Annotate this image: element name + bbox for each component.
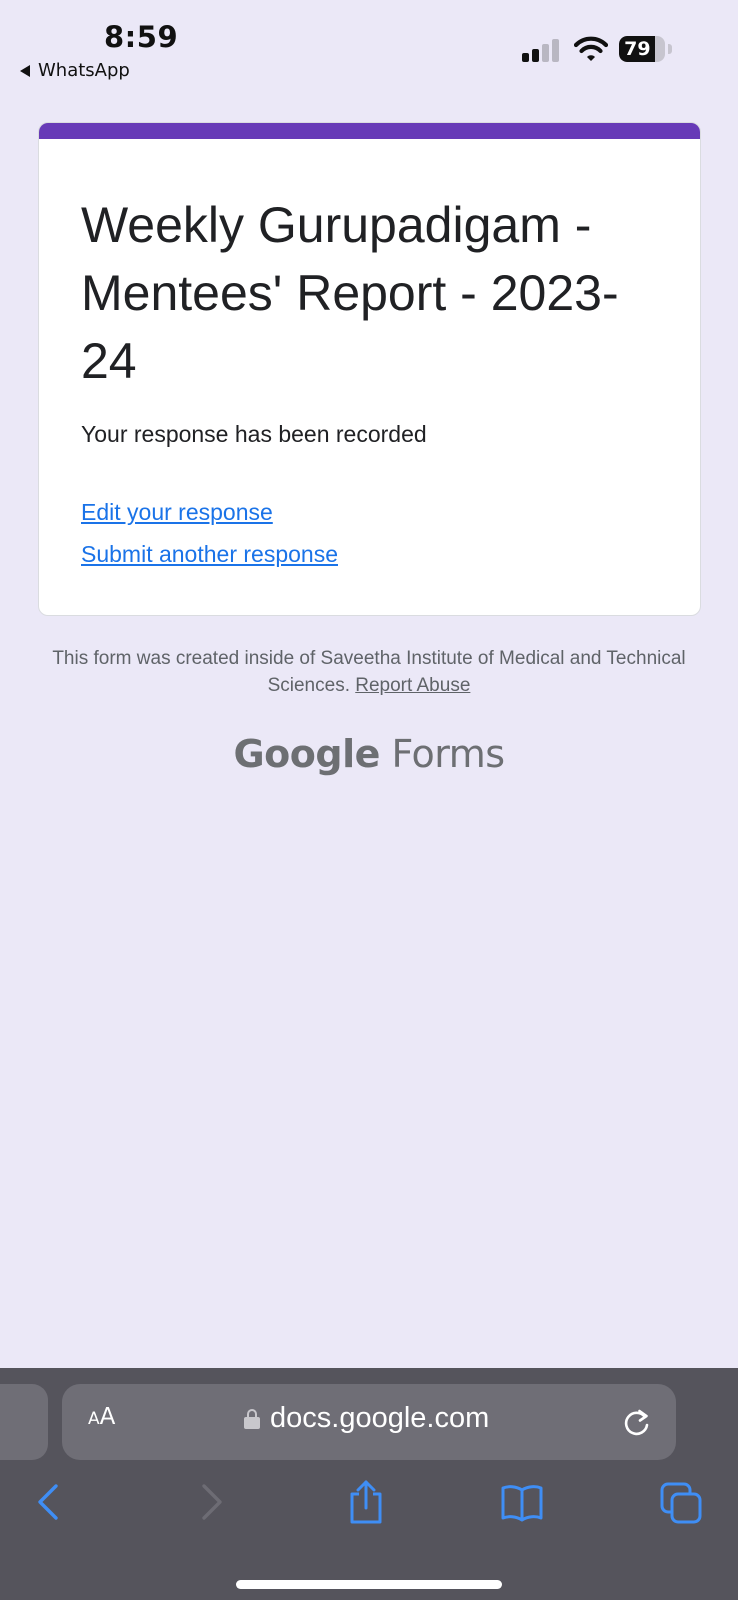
browser-bottom-bar: AA docs.google.com (0, 1368, 738, 1600)
url-display[interactable]: docs.google.com (244, 1402, 489, 1435)
book-icon[interactable] (500, 1480, 544, 1524)
battery-nub (668, 44, 672, 54)
report-abuse-link[interactable]: Report Abuse (355, 675, 470, 696)
forms-wordmark: Forms (391, 732, 505, 776)
previous-tab-preview[interactable] (0, 1384, 48, 1460)
cellular-signal-icon (522, 38, 562, 62)
form-accent-bar (39, 123, 700, 139)
battery-percent: 79 (624, 38, 651, 60)
back-triangle-icon (20, 64, 30, 77)
status-time: 8:59 (104, 20, 179, 54)
lock-icon (244, 1408, 260, 1429)
google-forms-logo[interactable]: Google Forms (0, 732, 738, 776)
text-size-button[interactable]: AA (88, 1404, 115, 1430)
chevron-left-icon[interactable] (28, 1480, 72, 1524)
back-to-app-button[interactable]: WhatsApp (20, 60, 130, 81)
text-size-big-a: A (99, 1404, 116, 1430)
reload-icon[interactable] (622, 1408, 652, 1438)
tabs-icon[interactable] (660, 1480, 704, 1524)
status-bar: 8:59 WhatsApp 79 (0, 0, 738, 90)
home-indicator[interactable] (236, 1580, 502, 1589)
form-confirmation-card: Weekly Gurupadigam - Mentees' Report - 2… (38, 122, 701, 616)
wifi-icon (574, 36, 608, 61)
battery-icon: 79 (619, 36, 665, 62)
back-app-label: WhatsApp (38, 60, 130, 81)
form-title: Weekly Gurupadigam - Mentees' Report - 2… (81, 197, 619, 389)
confirmation-message: Your response has been recorded (81, 421, 427, 447)
text-size-small-a: A (88, 1409, 100, 1429)
url-text: docs.google.com (270, 1402, 490, 1434)
chevron-right-icon[interactable] (188, 1480, 232, 1524)
google-wordmark: Google (233, 732, 380, 776)
submit-another-response-link[interactable]: Submit another response (81, 541, 338, 568)
edit-response-link[interactable]: Edit your response (81, 499, 273, 526)
share-icon[interactable] (344, 1480, 388, 1524)
form-footer-note: This form was created inside of Saveetha… (40, 645, 698, 699)
